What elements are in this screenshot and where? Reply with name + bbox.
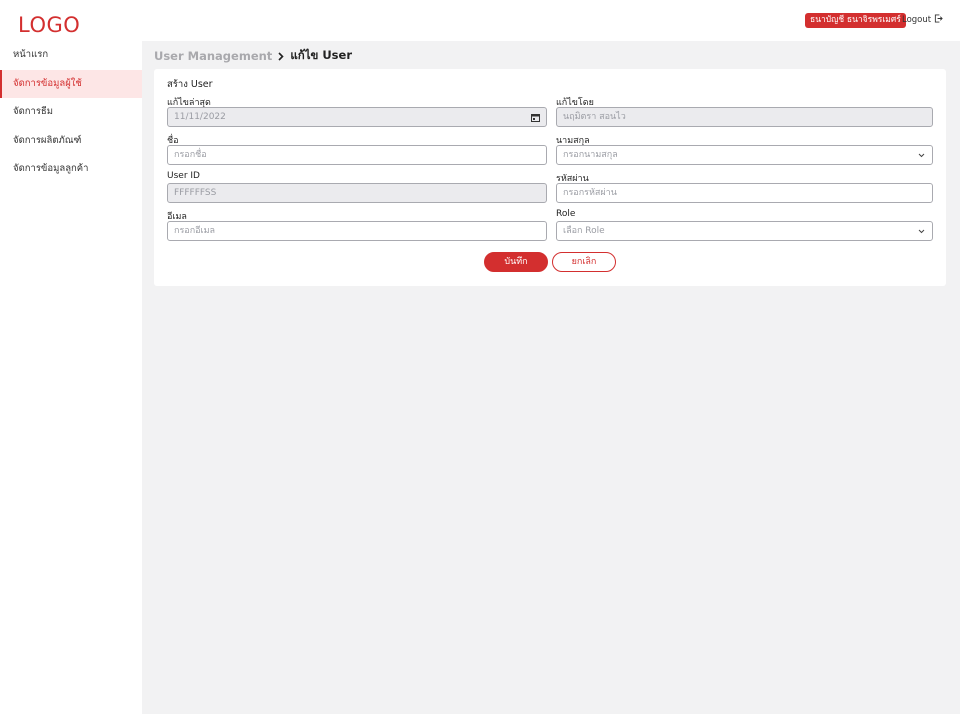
logout-label: Logout [902,15,932,25]
email-input[interactable] [174,222,509,240]
sidebar-item-customer-management[interactable]: จัดการข้อมูลลูกค้า [0,155,142,184]
breadcrumb: User Management แก้ไข User [154,47,352,65]
user-id-label: User ID [167,171,200,181]
cancel-button[interactable]: ยกเลิก [552,252,616,272]
edited-by-value: นฤมิตรา สอนไว [563,112,626,122]
chevron-right-icon [277,51,285,61]
sidebar: หน้าแรก จัดการข้อมูลผู้ใช้ จัดการธีม จัด… [0,41,142,714]
email-field[interactable] [167,221,547,241]
logo: LOGO [18,13,81,37]
sidebar-item-user-management[interactable]: จัดการข้อมูลผู้ใช้ [0,69,142,98]
chevron-down-icon [916,226,926,236]
role-placeholder: เลือก Role [563,226,605,236]
calendar-icon[interactable] [530,112,540,122]
last-edited-field: 11/11/2022 [167,107,547,127]
sidebar-item-product-management[interactable]: จัดการผลิตภัณฑ์ [0,127,142,156]
role-label: Role [556,209,576,219]
logout-button[interactable]: Logout [902,14,943,26]
chevron-down-icon [916,150,926,160]
user-name-badge[interactable]: ธนาบัญชี ธนาจิรพรเมศร์ [805,13,906,28]
password-field[interactable] [556,183,933,203]
user-id-field: FFFFFFSS [167,183,547,203]
sidebar-item-home[interactable]: หน้าแรก [0,41,142,70]
first-name-input[interactable] [174,146,509,164]
form-title: สร้าง User [167,79,213,90]
user-id-value: FFFFFFSS [174,188,217,198]
edited-by-field: นฤมิตรา สอนไว [556,107,933,127]
save-button[interactable]: บันทึก [484,252,548,272]
breadcrumb-parent[interactable]: User Management [154,49,272,63]
sidebar-item-theme-management[interactable]: จัดการธีม [0,98,142,127]
user-form-card: สร้าง User แก้ไขล่าสุด 11/11/2022 แก้ไขโ… [154,69,946,286]
logout-icon [934,14,943,26]
last-name-placeholder: กรอกนามสกุล [563,150,618,160]
breadcrumb-current: แก้ไข User [290,48,352,62]
role-select[interactable]: เลือก Role [556,221,933,241]
last-name-select[interactable]: กรอกนามสกุล [556,145,933,165]
first-name-field[interactable] [167,145,547,165]
last-edited-value: 11/11/2022 [174,112,226,122]
top-bar: LOGO ธนาบัญชี ธนาจิรพรเมศร์ Logout [0,0,960,41]
password-input[interactable] [563,184,896,202]
